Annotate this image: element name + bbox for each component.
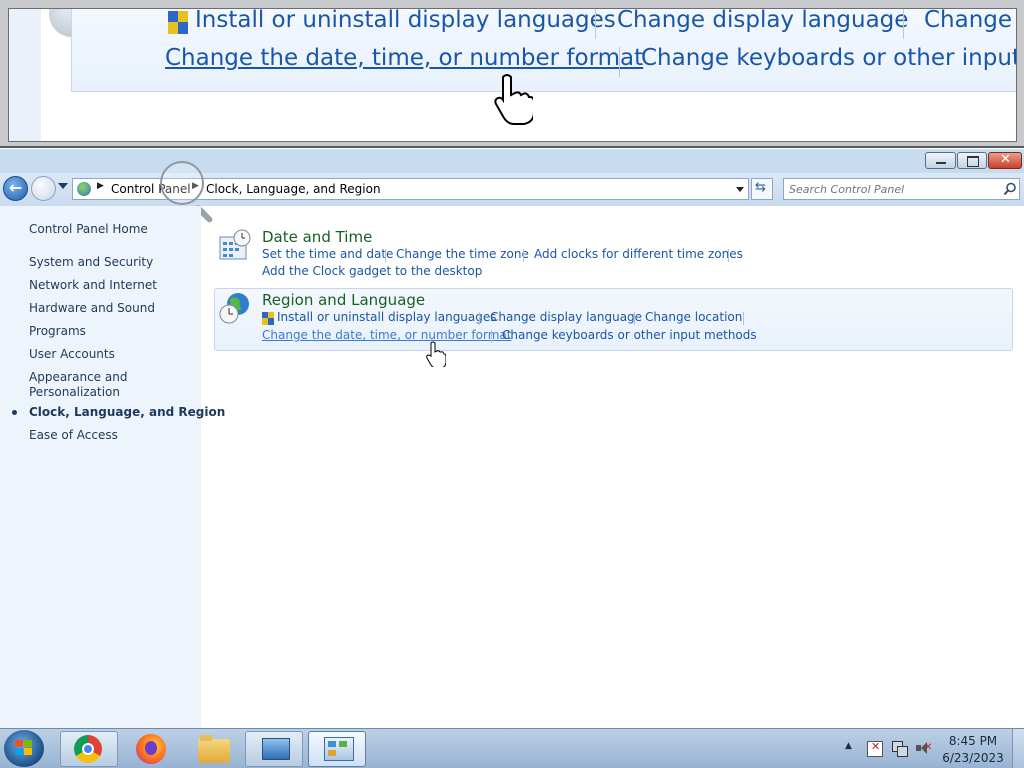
- magnifier-window: Install or uninstall display languages C…: [0, 0, 1024, 148]
- shield-icon: [168, 11, 188, 34]
- breadcrumb-clock-language-region[interactable]: Clock, Language, and Region: [206, 182, 381, 196]
- minimize-icon: [936, 162, 946, 164]
- action-center-flag-icon[interactable]: ✕: [867, 740, 883, 757]
- window-titlebar[interactable]: ✕: [0, 149, 1024, 173]
- date-time-icon: [219, 229, 251, 260]
- search-box[interactable]: [783, 178, 1020, 200]
- separator: [479, 312, 480, 325]
- restore-icon: [967, 156, 979, 167]
- magnifier-view: Install or uninstall display languages C…: [8, 8, 1017, 142]
- taskbar-control-panel-computer[interactable]: [245, 731, 303, 767]
- sidebar-item-user-accounts[interactable]: User Accounts: [29, 347, 115, 361]
- clock-time[interactable]: 8:45 PM: [938, 734, 1008, 748]
- link-add-clock-gadget[interactable]: Add the Clock gadget to the desktop: [262, 264, 482, 278]
- start-button[interactable]: [4, 730, 44, 767]
- category-title-date-time[interactable]: Date and Time: [262, 228, 372, 246]
- chrome-icon: [74, 735, 102, 763]
- firefox-icon[interactable]: [136, 734, 166, 764]
- address-dropdown-icon[interactable]: [736, 187, 744, 192]
- network-icon[interactable]: [891, 740, 908, 757]
- minimize-button[interactable]: [925, 152, 956, 169]
- sidebar-item-appearance-line2[interactable]: Personalization: [29, 385, 120, 399]
- link-add-clocks[interactable]: Add clocks for different time zones: [534, 247, 743, 261]
- taskbar: ▲ ✕ ✕ 8:45 PM 6/23/2023: [0, 728, 1024, 768]
- mag-link-change-display-language: Change display language: [617, 8, 909, 33]
- mag-link-change-date-format: Change the date, time, or number format: [165, 45, 644, 71]
- show-hidden-icons-icon[interactable]: ▲: [845, 741, 852, 751]
- mag-link-change-keyboards: Change keyboards or other input m: [641, 45, 1017, 71]
- forward-button[interactable]: [31, 176, 56, 201]
- separator: [634, 312, 635, 325]
- separator: [523, 249, 524, 262]
- category-title-region-language[interactable]: Region and Language: [262, 291, 425, 309]
- separator: [903, 9, 904, 39]
- search-input[interactable]: [787, 181, 996, 198]
- sidebar-item-clock-language-region[interactable]: Clock, Language, and Region: [29, 405, 225, 419]
- sidebar: Control Panel Home System and Security N…: [0, 206, 225, 728]
- link-change-keyboards[interactable]: Change keyboards or other input methods: [502, 328, 757, 342]
- mag-link-install-languages: Install or uninstall display languages: [195, 8, 616, 33]
- control-panel-icon: [77, 182, 91, 196]
- magnifier-sidebar-strip: [9, 9, 41, 141]
- sidebar-item-network-internet[interactable]: Network and Internet: [29, 278, 157, 292]
- separator: [728, 249, 729, 262]
- close-button[interactable]: ✕: [988, 152, 1022, 169]
- sidebar-item-hardware-sound[interactable]: Hardware and Sound: [29, 301, 155, 315]
- active-bullet-icon: [12, 410, 17, 415]
- link-change-display-language[interactable]: Change display language: [490, 310, 642, 324]
- separator: [491, 330, 492, 343]
- search-icon[interactable]: [1003, 182, 1017, 196]
- link-change-location[interactable]: Change location: [645, 310, 742, 324]
- sidebar-item-ease-of-access[interactable]: Ease of Access: [29, 428, 118, 442]
- mag-link-change-location: Change l: [924, 8, 1017, 33]
- shield-icon: [262, 312, 274, 325]
- separator: [385, 249, 386, 262]
- link-install-languages[interactable]: Install or uninstall display languages: [277, 310, 497, 324]
- taskbar-control-panel-clock-region[interactable]: [308, 731, 366, 767]
- navigation-bar: ← ▶ Control Panel ▶ Clock, Language, and…: [0, 161, 1024, 224]
- separator: [619, 47, 620, 77]
- sidebar-item-appearance[interactable]: Appearance and: [29, 370, 127, 384]
- hand-cursor-icon: [494, 74, 533, 125]
- region-language-icon: [219, 293, 249, 324]
- recent-pages-dropdown-icon[interactable]: [58, 183, 68, 189]
- breadcrumb-arrow-icon[interactable]: ▶: [97, 181, 104, 191]
- separator: [743, 312, 744, 325]
- monitor-icon: [262, 738, 290, 760]
- magnifier-border: [0, 146, 1024, 148]
- back-button[interactable]: ←: [3, 176, 28, 201]
- volume-muted-icon[interactable]: ✕: [915, 740, 933, 756]
- restore-button[interactable]: [957, 152, 987, 169]
- separator: [595, 9, 596, 39]
- hand-cursor-icon: [426, 341, 446, 367]
- sidebar-item-control-panel-home[interactable]: Control Panel Home: [29, 222, 148, 236]
- taskbar-chrome[interactable]: [60, 731, 118, 767]
- refresh-icon: ⇆: [755, 180, 766, 195]
- link-set-time-date[interactable]: Set the time and date: [262, 247, 393, 261]
- magnifier-lens-icon: [160, 161, 204, 205]
- close-icon: ✕: [1000, 152, 1011, 167]
- sidebar-item-programs[interactable]: Programs: [29, 324, 86, 338]
- clock-date[interactable]: 6/23/2023: [938, 751, 1008, 765]
- windows-logo-icon: [15, 740, 32, 755]
- back-arrow-icon: ←: [9, 178, 23, 197]
- control-panel-icon: [324, 737, 354, 761]
- file-explorer-icon[interactable]: [198, 735, 230, 763]
- link-change-date-format[interactable]: Change the date, time, or number format: [262, 328, 511, 342]
- sidebar-item-system-security[interactable]: System and Security: [29, 255, 153, 269]
- show-desktop-button[interactable]: [1012, 729, 1024, 768]
- refresh-button[interactable]: ⇆: [751, 178, 773, 200]
- link-change-time-zone[interactable]: Change the time zone: [396, 247, 529, 261]
